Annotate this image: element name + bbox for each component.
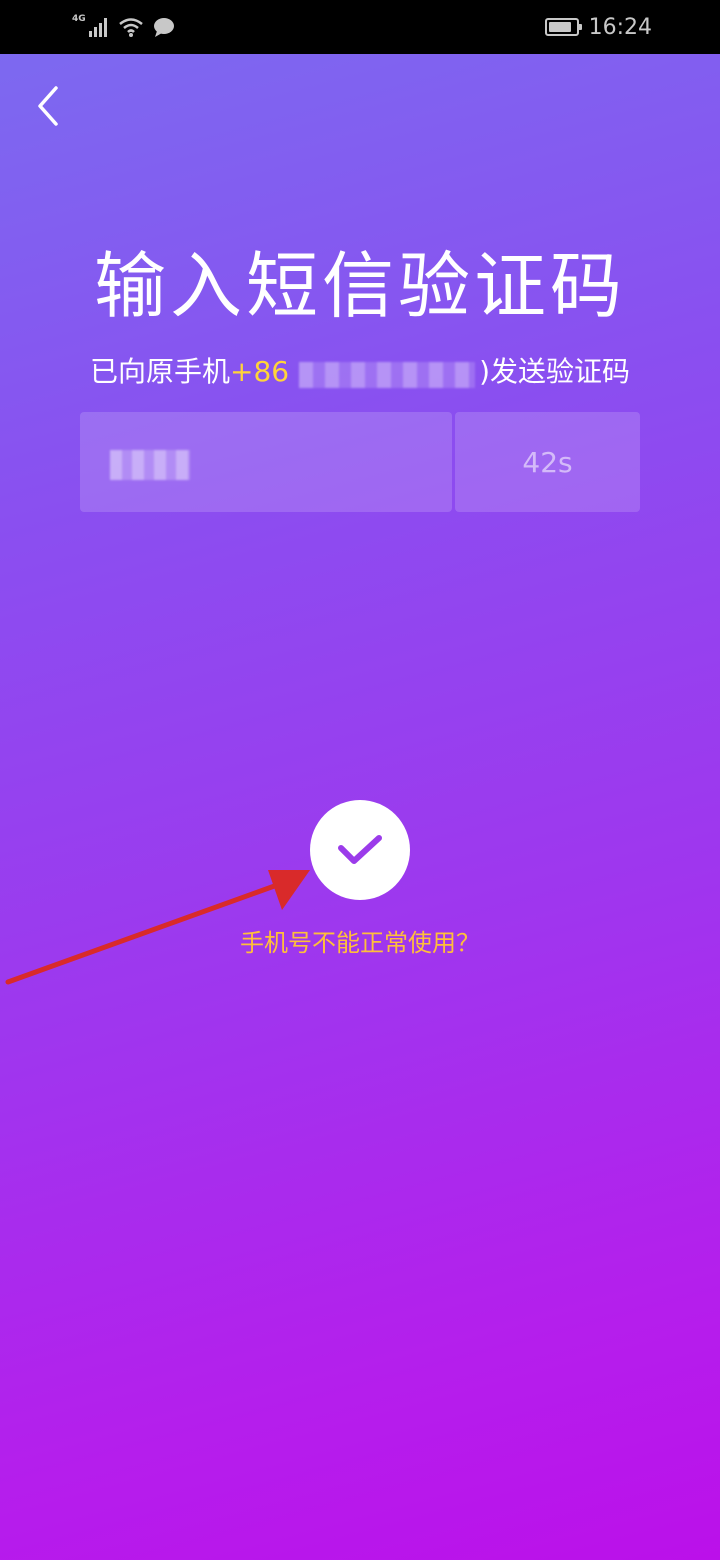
message-icon — [153, 18, 174, 37]
sms-sent-notice: 已向原手机+86 )发送验证码 — [0, 352, 720, 392]
back-button[interactable] — [28, 82, 68, 130]
notice-suffix: )发送验证码 — [479, 355, 631, 388]
wifi-icon — [118, 18, 143, 37]
check-icon — [338, 835, 382, 864]
resend-countdown-button[interactable]: 42s — [455, 412, 640, 512]
chevron-left-icon — [38, 86, 58, 126]
country-code: +86 — [229, 355, 290, 388]
status-bar-right: 16:24 — [544, 12, 652, 42]
sms-verification-screen: 4G 16:24 输入短信验证码 已向原手机+86)发送验证码 42s 手机号… — [0, 0, 720, 1560]
masked-code-value — [110, 450, 190, 480]
notice-prefix: 已向原手机 — [89, 355, 230, 388]
verification-code-input[interactable] — [80, 412, 452, 512]
countdown-label: 42s — [522, 445, 573, 479]
page-title: 输入短信验证码 — [93, 244, 626, 328]
network-type-label: 4G — [72, 14, 86, 24]
phone-unavailable-link[interactable]: 手机号不能正常使用？ — [0, 926, 720, 960]
status-time: 16:24 — [588, 14, 652, 40]
battery-icon — [544, 18, 582, 36]
signal-icon — [88, 18, 107, 37]
masked-phone-number — [299, 362, 476, 388]
status-bar: 4G 16:24 — [0, 0, 720, 54]
status-bar-left: 4G — [72, 12, 176, 42]
